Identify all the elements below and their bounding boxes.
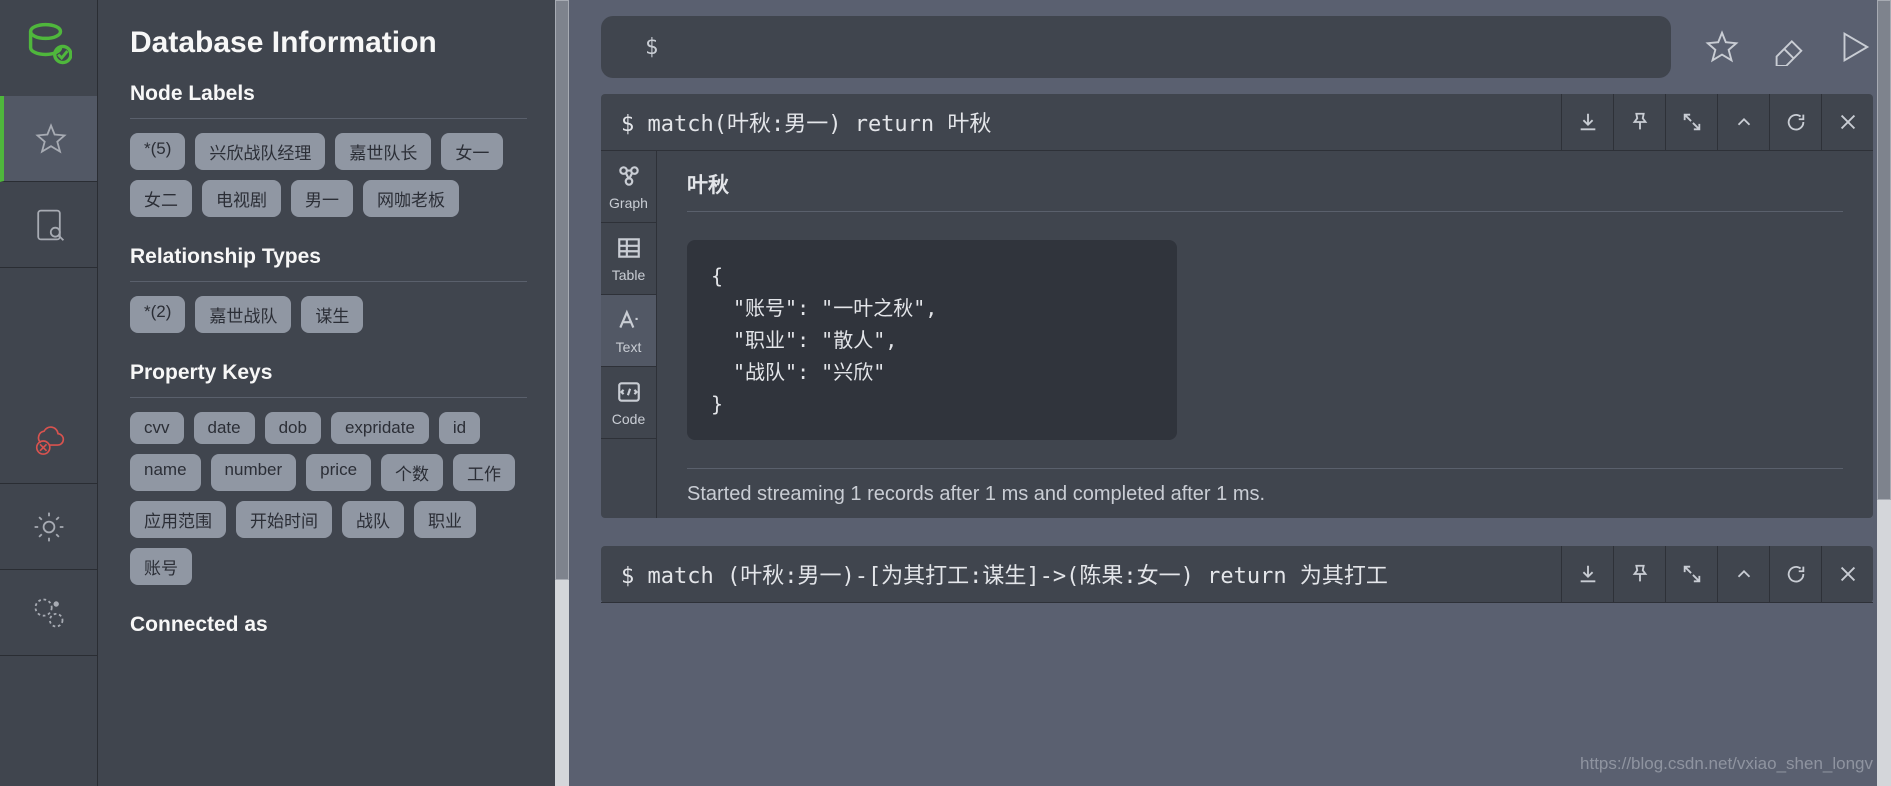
collapse-button[interactable] [1717, 546, 1769, 602]
collapse-button[interactable] [1717, 94, 1769, 150]
chip-rel-type[interactable]: *(2) [130, 296, 185, 333]
frame-query[interactable]: $ match(叶秋:男一) return 叶秋 [601, 94, 1561, 150]
close-button[interactable] [1821, 546, 1873, 602]
sidebar-title: Database Information [130, 26, 527, 60]
rerun-button[interactable] [1769, 94, 1821, 150]
pin-button[interactable] [1613, 546, 1665, 602]
chip-node-label[interactable]: 电视剧 [202, 180, 281, 217]
frame-query[interactable]: $ match (叶秋:男一)-[为其打工:谋生]->(陈果:女一) retur… [601, 546, 1561, 602]
chip-node-label[interactable]: 网咖老板 [363, 180, 459, 217]
chip-prop-key[interactable]: 个数 [381, 454, 443, 491]
rel-types-chips: *(2) 嘉世战队 谋生 [130, 296, 527, 333]
expand-button[interactable] [1665, 94, 1717, 150]
prop-keys-chips: cvv date dob expridate id name number pr… [130, 412, 527, 585]
nav-cloud-error[interactable] [0, 398, 97, 484]
nav-favorites[interactable] [0, 96, 97, 182]
chip-node-label[interactable]: 男一 [291, 180, 353, 217]
chip-prop-key[interactable]: number [211, 454, 297, 491]
chip-node-label[interactable]: 兴欣战队经理 [195, 133, 325, 170]
result-column-header: 叶秋 [687, 169, 1843, 212]
tab-text[interactable]: Text [601, 295, 656, 367]
node-labels-chips: *(5) 兴欣战队经理 嘉世队长 女一 女二 电视剧 男一 网咖老板 [130, 133, 527, 217]
chip-prop-key[interactable]: date [194, 412, 255, 444]
download-button[interactable] [1561, 94, 1613, 150]
chip-prop-key[interactable]: 账号 [130, 548, 192, 585]
db-logo [26, 20, 72, 66]
chip-prop-key[interactable]: 开始时间 [236, 501, 332, 538]
query-editor[interactable]: $ [601, 16, 1671, 78]
rerun-button[interactable] [1769, 546, 1821, 602]
download-button[interactable] [1561, 546, 1613, 602]
editor-prompt: $ [645, 35, 658, 60]
tab-graph[interactable]: Graph [601, 151, 656, 223]
main-scrollbar[interactable] [1877, 0, 1891, 786]
result-frame: $ match(叶秋:男一) return 叶秋 Graph [601, 94, 1873, 518]
chip-prop-key[interactable]: expridate [331, 412, 429, 444]
chip-node-label[interactable]: 嘉世队长 [335, 133, 431, 170]
view-tabs: Graph Table Text Code [601, 151, 657, 518]
chip-prop-key[interactable]: price [306, 454, 371, 491]
chip-node-label[interactable]: *(5) [130, 133, 185, 170]
nav-documents[interactable] [0, 182, 97, 268]
main-area: $ $ match(叶秋:男一) return 叶秋 [563, 0, 1891, 786]
play-icon[interactable] [1835, 28, 1873, 66]
eraser-icon[interactable] [1769, 28, 1807, 66]
chip-prop-key[interactable]: 应用范围 [130, 501, 226, 538]
chip-prop-key[interactable]: id [439, 412, 480, 444]
chip-prop-key[interactable]: name [130, 454, 201, 491]
watermark: https://blog.csdn.net/vxiao_shen_longv [1580, 754, 1873, 774]
chip-prop-key[interactable]: cvv [130, 412, 184, 444]
close-button[interactable] [1821, 94, 1873, 150]
chip-prop-key[interactable]: 工作 [453, 454, 515, 491]
nav-settings[interactable] [0, 484, 97, 570]
star-icon[interactable] [1703, 28, 1741, 66]
editor-bar: $ [601, 0, 1873, 94]
chip-prop-key[interactable]: 战队 [342, 501, 404, 538]
node-labels-heading: Node Labels [130, 82, 527, 106]
sidebar: Database Information Node Labels *(5) 兴欣… [98, 0, 563, 786]
expand-button[interactable] [1665, 546, 1717, 602]
result-frame: $ match (叶秋:男一)-[为其打工:谋生]->(陈果:女一) retur… [601, 546, 1873, 603]
chip-rel-type[interactable]: 嘉世战队 [195, 296, 291, 333]
status-text: Started streaming 1 records after 1 ms a… [687, 468, 1843, 506]
connected-as-heading: Connected as [130, 613, 527, 637]
tab-table[interactable]: Table [601, 223, 656, 295]
result-json: { "账号": "一叶之秋", "职业": "散人", "战队": "兴欣" } [687, 240, 1177, 440]
chip-prop-key[interactable]: dob [265, 412, 321, 444]
chip-node-label[interactable]: 女二 [130, 180, 192, 217]
nav-about[interactable] [0, 570, 97, 656]
nav-rail [0, 0, 98, 786]
chip-prop-key[interactable]: 职业 [414, 501, 476, 538]
tab-code[interactable]: Code [601, 367, 656, 439]
pin-button[interactable] [1613, 94, 1665, 150]
rel-types-heading: Relationship Types [130, 245, 527, 269]
prop-keys-heading: Property Keys [130, 361, 527, 385]
chip-rel-type[interactable]: 谋生 [301, 296, 363, 333]
sidebar-scrollbar[interactable] [555, 0, 569, 786]
chip-node-label[interactable]: 女一 [441, 133, 503, 170]
